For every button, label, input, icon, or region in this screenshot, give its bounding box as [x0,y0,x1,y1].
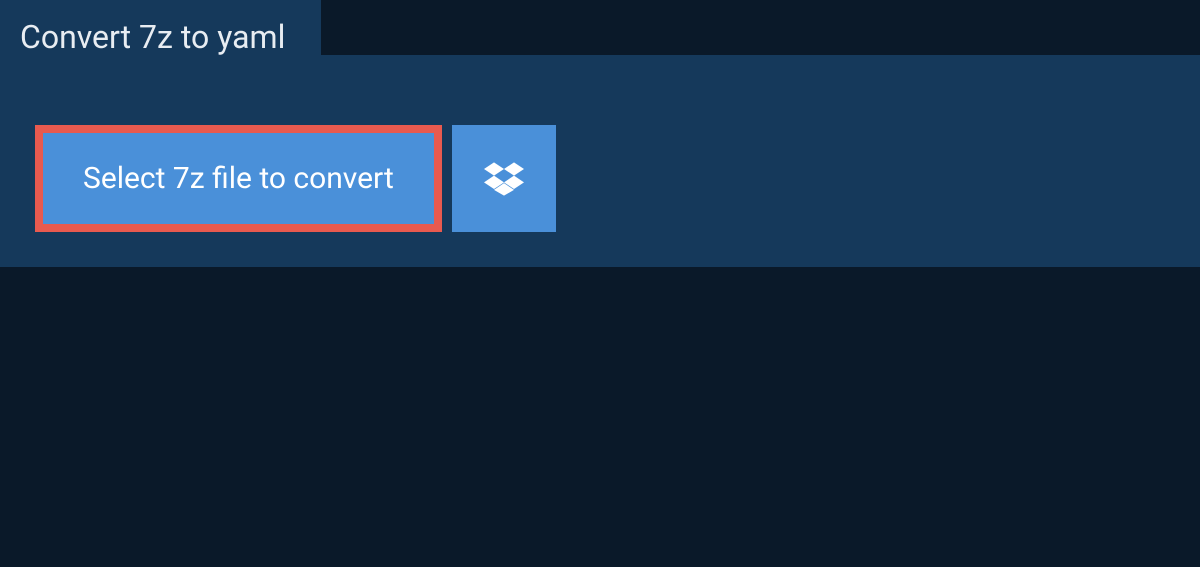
dropbox-button[interactable] [452,125,556,232]
converter-panel: Convert 7z to yaml Select 7z file to con… [0,55,1200,267]
select-file-button[interactable]: Select 7z file to convert [35,125,442,232]
panel-tab: Convert 7z to yaml [0,0,321,76]
dropbox-icon [484,159,524,199]
button-row: Select 7z file to convert [35,125,1200,232]
content-area: Select 7z file to convert [0,75,1200,287]
bottom-area [0,267,1200,567]
page-title: Convert 7z to yaml [20,18,285,56]
